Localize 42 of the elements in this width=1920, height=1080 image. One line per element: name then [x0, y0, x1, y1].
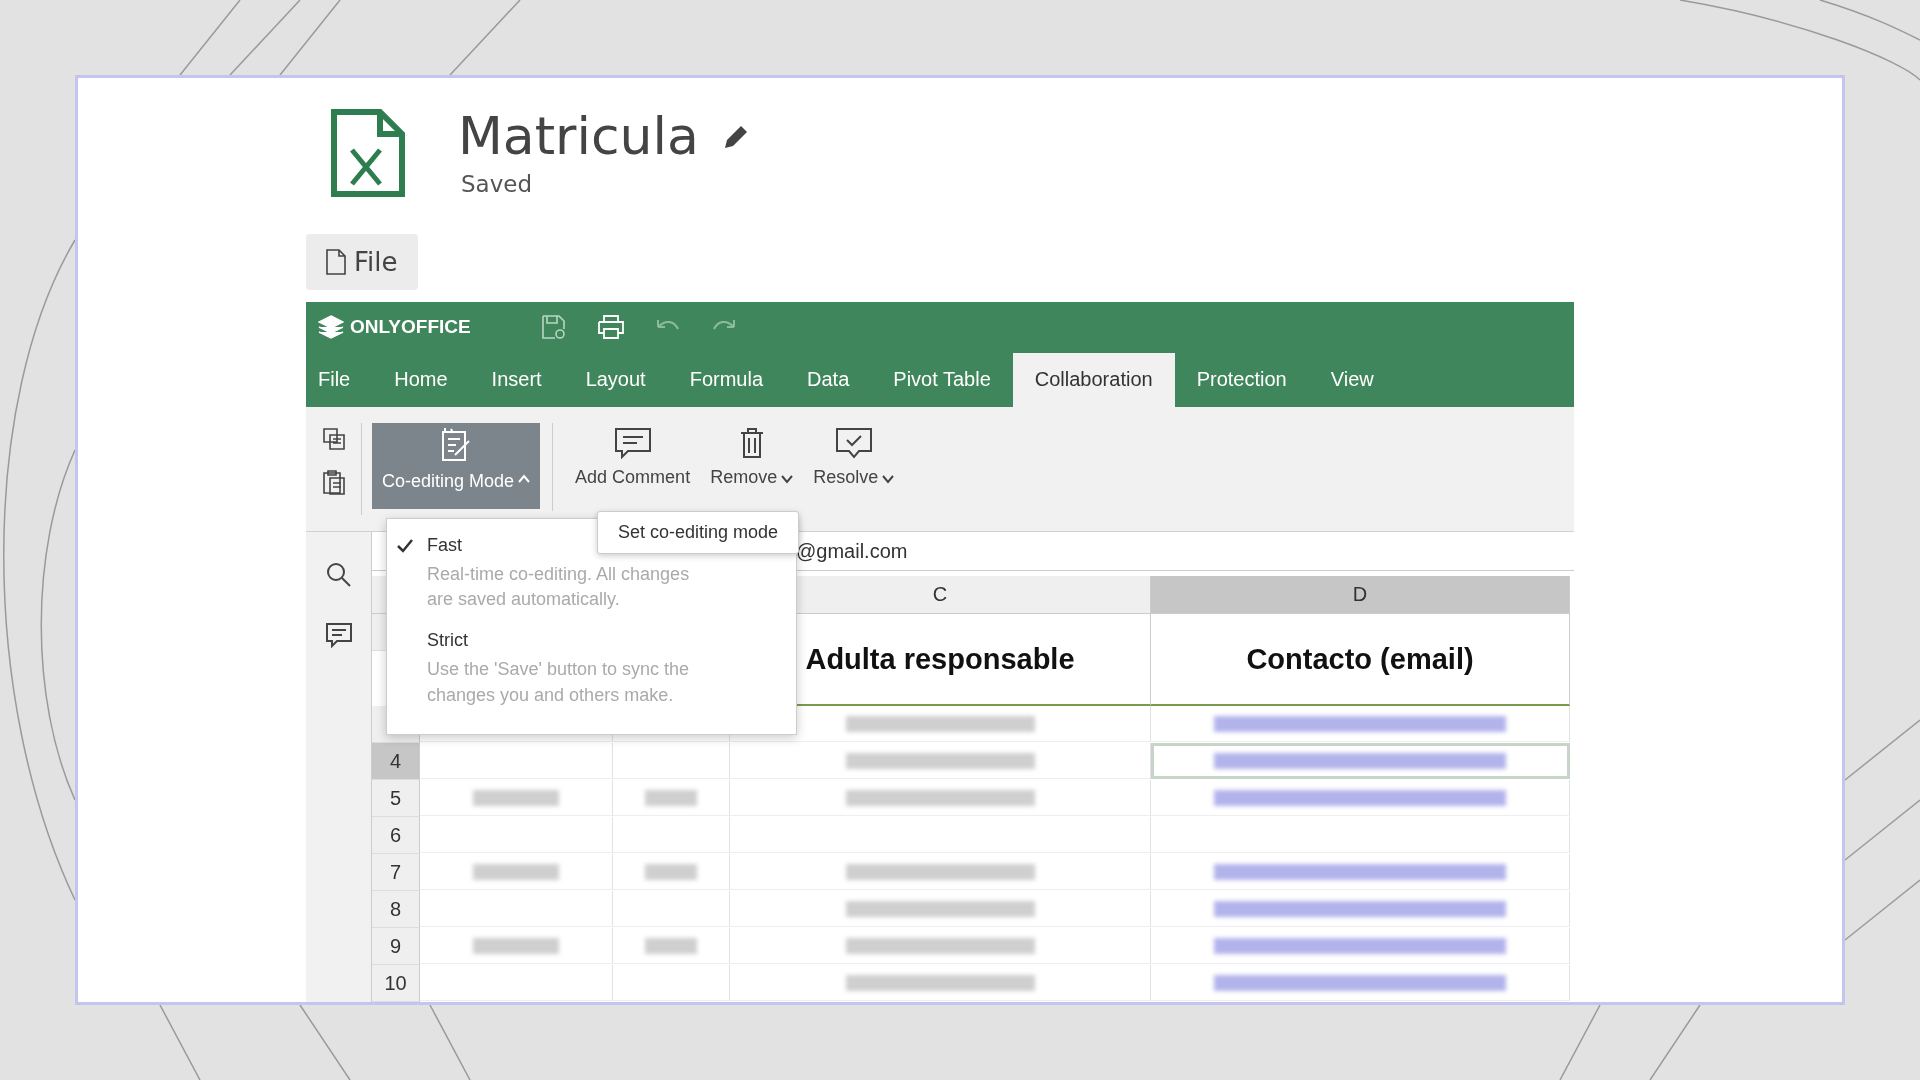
search-icon[interactable] [325, 562, 352, 588]
save-icon[interactable] [540, 314, 567, 341]
paste-icon[interactable] [321, 468, 346, 495]
save-status: Saved [461, 171, 534, 198]
ribbon-button[interactable]: Co-editing Mode [372, 422, 541, 509]
option-label: Strict [427, 630, 469, 652]
menu-tab[interactable]: Collaboration [1012, 352, 1175, 407]
row-number: 4 [372, 743, 420, 780]
row-number: 7 [372, 854, 420, 891]
menu-tab[interactable]: Formula [667, 352, 786, 407]
row-number: 5 [372, 780, 420, 817]
menu-tab[interactable]: Protection [1174, 352, 1309, 407]
file-icon [326, 249, 346, 275]
ribbon-button[interactable]: Resolve [803, 422, 905, 509]
row-number: 10 [372, 965, 420, 1002]
copy-icon[interactable] [321, 426, 346, 451]
brand-name: ONLYOFFICE [350, 316, 471, 339]
ribbon-button[interactable]: Add Comment [565, 422, 701, 509]
menu-tab[interactable]: View [1308, 352, 1396, 407]
menu-tab[interactable]: File [306, 352, 373, 407]
option-description: Use the 'Save' button to sync the changes you and others make. [427, 658, 691, 707]
menu-tab[interactable]: Insert [469, 352, 564, 407]
column-header[interactable]: D [1151, 576, 1570, 614]
row-number: 6 [372, 817, 420, 854]
print-icon[interactable] [596, 314, 625, 341]
menu-tab[interactable]: Pivot Table [871, 352, 1013, 407]
document-title: Matricula [458, 108, 699, 166]
comment-check-icon [834, 426, 873, 459]
menu-tab[interactable]: Data [785, 352, 872, 407]
layers-icon [318, 315, 344, 340]
row-number: 9 [372, 928, 420, 965]
comment-icon[interactable] [324, 622, 353, 648]
menu-tab[interactable]: Home [372, 352, 470, 407]
trash-icon [738, 426, 765, 459]
table-cell: Contacto (email) [1151, 614, 1570, 706]
spreadsheet-file-icon [330, 108, 406, 198]
file-button[interactable]: File [306, 234, 418, 290]
comment-icon [613, 426, 652, 459]
menu-tab[interactable]: Layout [563, 352, 668, 407]
row-number: 8 [372, 891, 420, 928]
ribbon-button[interactable]: Remove [700, 422, 804, 509]
option-label: Fast [427, 535, 463, 556]
